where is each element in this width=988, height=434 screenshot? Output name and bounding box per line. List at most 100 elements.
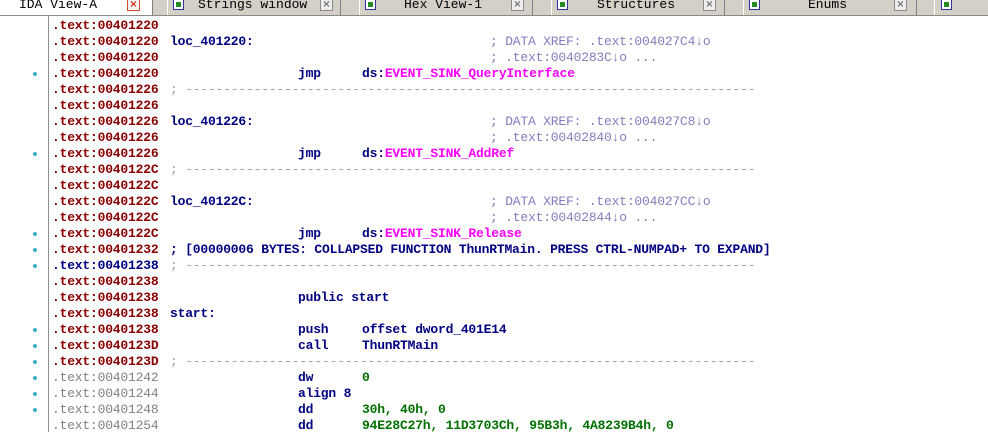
- separator-line: ; --------------------------------------…: [170, 354, 756, 369]
- tab-overflow[interactable]: [934, 0, 988, 15]
- numeric-operand: 94E28C27h, 11D3703Ch, 95B3h, 4A8239B4h, …: [362, 418, 674, 433]
- mnemonic: public start: [298, 290, 390, 305]
- numeric-operand: 30h, 40h, 0: [362, 402, 446, 417]
- import-name[interactable]: EVENT_SINK_QueryInterface: [385, 66, 575, 81]
- instruction-marker-icon: [33, 232, 37, 236]
- instruction-marker-icon: [33, 360, 37, 364]
- xref-comment[interactable]: ; DATA XREF: .text:004027CC↓o: [490, 194, 711, 210]
- import-name[interactable]: EVENT_SINK_Release: [385, 226, 522, 241]
- instruction-marker-icon: [33, 344, 37, 348]
- xref-comment[interactable]: ; .text:00402840↓o ...: [490, 130, 657, 146]
- import-name[interactable]: EVENT_SINK_AddRef: [385, 146, 514, 161]
- tab-overflow-icon: [941, 0, 952, 10]
- address: .text:00401244: [52, 386, 159, 401]
- tab-enums[interactable]: Enums ×: [743, 0, 917, 15]
- mnemonic: jmp: [298, 146, 321, 161]
- address: .text:00401238: [52, 306, 159, 321]
- tab-hex-view-1[interactable]: Hex View-1 ×: [359, 0, 533, 15]
- address: .text:0040122C: [52, 178, 159, 193]
- operand[interactable]: offset dword_401E14: [362, 322, 507, 338]
- xref-comment[interactable]: ; DATA XREF: .text:004027C8↓o: [490, 114, 711, 130]
- tab-structures-close-icon[interactable]: ×: [703, 0, 716, 11]
- mnemonic: dd: [298, 402, 314, 417]
- address: .text:00401238: [52, 290, 159, 305]
- tab-ida-view-a-label: IDA View-A: [19, 0, 98, 12]
- operand[interactable]: ds:EVENT_SINK_Release: [362, 226, 522, 242]
- tab-strings-window-close-icon[interactable]: ×: [320, 0, 333, 11]
- address: .text:0040123D: [52, 354, 159, 369]
- operand-text[interactable]: ds:: [362, 226, 385, 241]
- address: .text:00401220: [52, 66, 159, 81]
- separator-line: ; --------------------------------------…: [170, 162, 756, 177]
- operand-text[interactable]: ds:: [362, 66, 385, 81]
- instruction-marker-icon: [33, 248, 37, 252]
- operand[interactable]: ds:EVENT_SINK_QueryInterface: [362, 66, 575, 82]
- mnemonic: dw: [298, 370, 314, 385]
- enums-icon: [749, 0, 760, 10]
- code-label[interactable]: loc_40122C:: [170, 194, 254, 210]
- instruction-marker-icon: [33, 376, 37, 380]
- code-label[interactable]: loc_401220:: [170, 34, 254, 50]
- tab-bar: IDA View-A × Strings window × Hex View-1…: [0, 0, 988, 16]
- tab-hex-view-1-close-icon[interactable]: ×: [511, 0, 524, 11]
- address: .text:00401248: [52, 402, 159, 417]
- mnemonic: align 8: [298, 386, 352, 401]
- instruction-marker-icon: [33, 408, 37, 412]
- address: .text:00401226: [52, 114, 159, 129]
- address: .text:00401242: [52, 370, 159, 385]
- mnemonic: call: [298, 338, 329, 353]
- xref-comment[interactable]: ; DATA XREF: .text:004027C4↓o: [490, 34, 711, 50]
- operand-text[interactable]: offset dword_401E14: [362, 322, 507, 337]
- operand[interactable]: ThunRTMain: [362, 338, 438, 354]
- operand-text[interactable]: ThunRTMain: [362, 338, 438, 353]
- address: .text:00401238: [52, 258, 159, 273]
- tab-ida-view-a-close-icon[interactable]: ×: [127, 0, 140, 11]
- numeric-operand: 0: [362, 370, 370, 385]
- address: .text:00401238: [52, 274, 159, 289]
- address: .text:00401226: [52, 98, 159, 113]
- operand[interactable]: ds:EVENT_SINK_AddRef: [362, 146, 514, 162]
- tab-enums-label: Enums: [808, 0, 848, 12]
- instruction-marker-icon: [33, 392, 37, 396]
- tab-enums-close-icon[interactable]: ×: [894, 0, 907, 11]
- tab-hex-view-1-label: Hex View-1: [404, 0, 483, 12]
- address: .text:00401238: [52, 322, 159, 337]
- address: .text:00401220: [52, 34, 159, 49]
- mnemonic: jmp: [298, 226, 321, 241]
- instruction-marker-icon: [33, 328, 37, 332]
- collapsed-function[interactable]: ; [00000006 BYTES: COLLAPSED FUNCTION Th…: [170, 242, 771, 258]
- structures-icon: [557, 0, 568, 10]
- xref-comment[interactable]: ; .text:00402844↓o ...: [490, 210, 657, 226]
- arrows-gutter: [0, 16, 50, 432]
- tab-structures[interactable]: Structures ×: [551, 0, 725, 15]
- address: .text:00401232: [52, 242, 159, 257]
- xref-comment[interactable]: ; .text:0040283C↓o ...: [490, 50, 657, 66]
- address: .text:00401220: [52, 50, 159, 65]
- gutter-divider: [48, 16, 49, 432]
- operand[interactable]: 30h, 40h, 0: [362, 402, 446, 418]
- address: .text:00401226: [52, 130, 159, 145]
- tab-strings-window[interactable]: Strings window ×: [167, 0, 341, 15]
- address: .text:0040122C: [52, 194, 159, 209]
- tab-strings-window-label: Strings window: [198, 0, 308, 12]
- instruction-marker-icon: [33, 152, 37, 156]
- address: .text:00401220: [52, 18, 159, 33]
- mnemonic: push: [298, 322, 329, 337]
- hex-icon: [365, 0, 376, 10]
- code-label[interactable]: loc_401226:: [170, 114, 254, 130]
- separator-line: ; --------------------------------------…: [170, 82, 756, 97]
- separator-line: ; --------------------------------------…: [170, 258, 756, 273]
- address: .text:0040122C: [52, 210, 159, 225]
- address: .text:00401226: [52, 146, 159, 161]
- tab-ida-view-a[interactable]: IDA View-A ×: [0, 0, 153, 15]
- operand[interactable]: 0: [362, 370, 370, 386]
- address: .text:0040122C: [52, 226, 159, 241]
- instruction-marker-icon: [33, 72, 37, 76]
- address: .text:0040122C: [52, 162, 159, 177]
- code-label[interactable]: start:: [170, 306, 216, 322]
- operand-text[interactable]: ds:: [362, 146, 385, 161]
- instruction-marker-icon: [33, 264, 37, 268]
- address: .text:0040123D: [52, 338, 159, 353]
- address: .text:00401226: [52, 82, 159, 97]
- mnemonic: jmp: [298, 66, 321, 81]
